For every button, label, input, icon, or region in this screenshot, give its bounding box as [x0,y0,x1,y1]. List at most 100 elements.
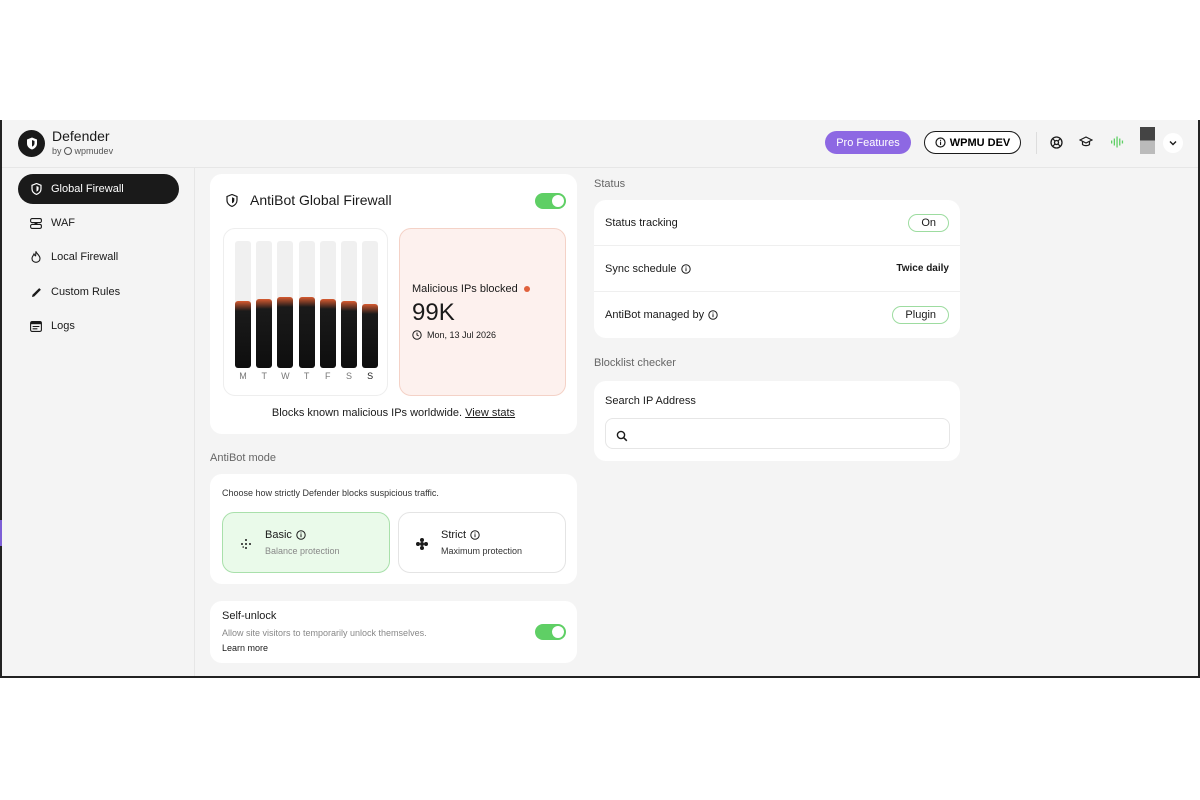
byline-prefix: by [52,146,62,156]
status-heading: Status [594,178,626,190]
basic-mode-icon [238,536,254,552]
sidebar-item-label: Global Firewall [51,183,124,195]
chart-bar [235,301,251,368]
antibot-firewall-card: AntiBot Global Firewall M T W T F S S Maliciou… [210,174,577,434]
help-globe-icon[interactable] [1048,134,1064,150]
search-icon [616,429,628,442]
sidebar: Global Firewall WAF Local Firewall Custo… [2,168,195,676]
chart-bar [256,299,273,368]
search-ip-label: Search IP Address [605,395,696,407]
self-unlock-toggle[interactable] [535,624,566,640]
firewall-description-text: Blocks known malicious IPs worldwide. [271,407,463,419]
academy-icon[interactable] [1078,134,1094,150]
malicious-ips-date: Mon, 13 Jul 2026 [427,330,497,340]
sidebar-item-label: Local Firewall [51,251,119,263]
sidebar-item-global-firewall[interactable]: Global Firewall [18,174,179,204]
sidebar-item-label: Custom Rules [51,286,121,298]
wpmudev-small-icon [64,147,73,155]
waf-icon [30,217,42,229]
info-icon[interactable] [708,310,718,320]
chart-bar [298,297,315,368]
byline-brand: wpmudev [74,146,114,156]
weekly-blocks-chart: MTWTFSS [223,228,388,396]
sync-schedule-value: Twice daily [896,263,949,274]
shield-icon [30,183,42,195]
sidebar-item-label: Logs [51,320,75,332]
chart-bar [277,297,294,368]
antibot-mode-description: Choose how strictly Defender blocks susp… [222,488,439,498]
info-icon[interactable] [680,263,691,274]
search-ip-input[interactable] [605,418,950,449]
status-row-label: Status tracking [605,216,678,229]
chevron-down-icon[interactable] [1163,133,1183,153]
antibot-mode-heading: AntiBot mode [210,452,277,464]
self-unlock-title: Self-unlock [222,610,277,622]
wpmu-dev-label: WPMU DEV [949,136,1011,149]
logs-icon [30,320,42,332]
mode-option-title-row: Strict [441,529,480,541]
status-row-label: AntiBot managed by [605,309,705,321]
malicious-ips-value: 99K [412,299,455,326]
sidebar-item-waf[interactable]: WAF [18,208,179,238]
header-divider [1036,132,1037,154]
info-icon [935,137,946,148]
app-byline: by wpmudev [52,146,113,156]
firewall-description: Blocks known malicious IPs worldwide. Vi… [210,407,577,419]
chart-tick-label: S [367,371,374,381]
status-row-label: Sync schedule [605,262,677,275]
chart-bar-track [341,241,357,368]
pro-features-button[interactable]: Pro Features [825,131,911,154]
self-unlock-card: Self-unlock Allow site visitors to tempo… [210,601,577,663]
mode-option-title: Basic [265,529,292,541]
chart-bar [362,304,379,368]
info-icon[interactable] [296,530,306,540]
mode-option-basic[interactable]: Basic Balance protection [222,512,390,573]
managed-by-badge: Plugin [892,306,949,324]
avatar[interactable] [1140,127,1155,154]
mode-option-title: Strict [441,529,467,541]
status-tracking-badge: On [908,213,949,232]
malicious-ips-label-row: Malicious IPs blocked [412,283,530,295]
window-edge-marker [0,520,2,546]
status-row-sync: Sync schedule Twice daily [594,246,960,292]
wpmu-dev-button[interactable]: WPMU DEV [924,131,1021,154]
sidebar-item-logs[interactable]: Logs [18,311,179,341]
mode-option-subtitle: Maximum protection [441,546,523,556]
self-unlock-description: Allow site visitors to temporarily unloc… [222,628,427,638]
app-window: Defender by wpmudev Pro Features WPMU DE… [0,120,1200,678]
learn-more-link[interactable]: Learn more [222,643,268,653]
chart-bar-track [235,241,251,368]
blocklist-heading: Blocklist checker [594,357,676,369]
antibot-mode-card: Choose how strictly Defender blocks susp… [210,474,577,584]
sidebar-item-local-firewall[interactable]: Local Firewall [18,242,179,272]
pencil-icon [30,286,42,298]
chart-bar-track [277,241,294,368]
mode-option-strict[interactable]: Strict Maximum protection [398,512,566,573]
top-header: Defender by wpmudev Pro Features WPMU DE… [2,120,1198,168]
chart-bar-track [319,241,336,368]
view-stats-link[interactable]: View stats [465,407,515,419]
chart-tick-label: W [281,371,290,381]
status-card: Status tracking On Sync schedule Twice d… [594,200,960,338]
sidebar-item-label: WAF [51,217,76,229]
defender-logo-icon [18,130,45,157]
status-row-tracking: Status tracking On [594,200,960,246]
card-title: AntiBot Global Firewall [250,192,392,208]
clock-icon [412,330,422,340]
status-row-managed-by: AntiBot managed by Plugin [594,292,960,338]
chart-bar [319,299,336,368]
chart-tick-label: T [261,371,267,381]
chart-tick-label: S [345,371,352,381]
firewall-toggle[interactable] [535,193,566,209]
mode-option-title-row: Basic [265,529,306,541]
chart-tick-label: F [325,371,331,381]
chart-bar-track [298,241,315,368]
chart-tick-label: M [239,371,247,381]
sidebar-item-custom-rules[interactable]: Custom Rules [18,277,179,307]
chart-bar [341,301,357,368]
info-icon[interactable] [470,530,480,540]
strict-mode-icon [414,536,430,552]
chart-bar-track [256,241,273,368]
status-row-label-wrap: Sync schedule [605,263,691,275]
voice-icon[interactable] [1109,134,1125,150]
